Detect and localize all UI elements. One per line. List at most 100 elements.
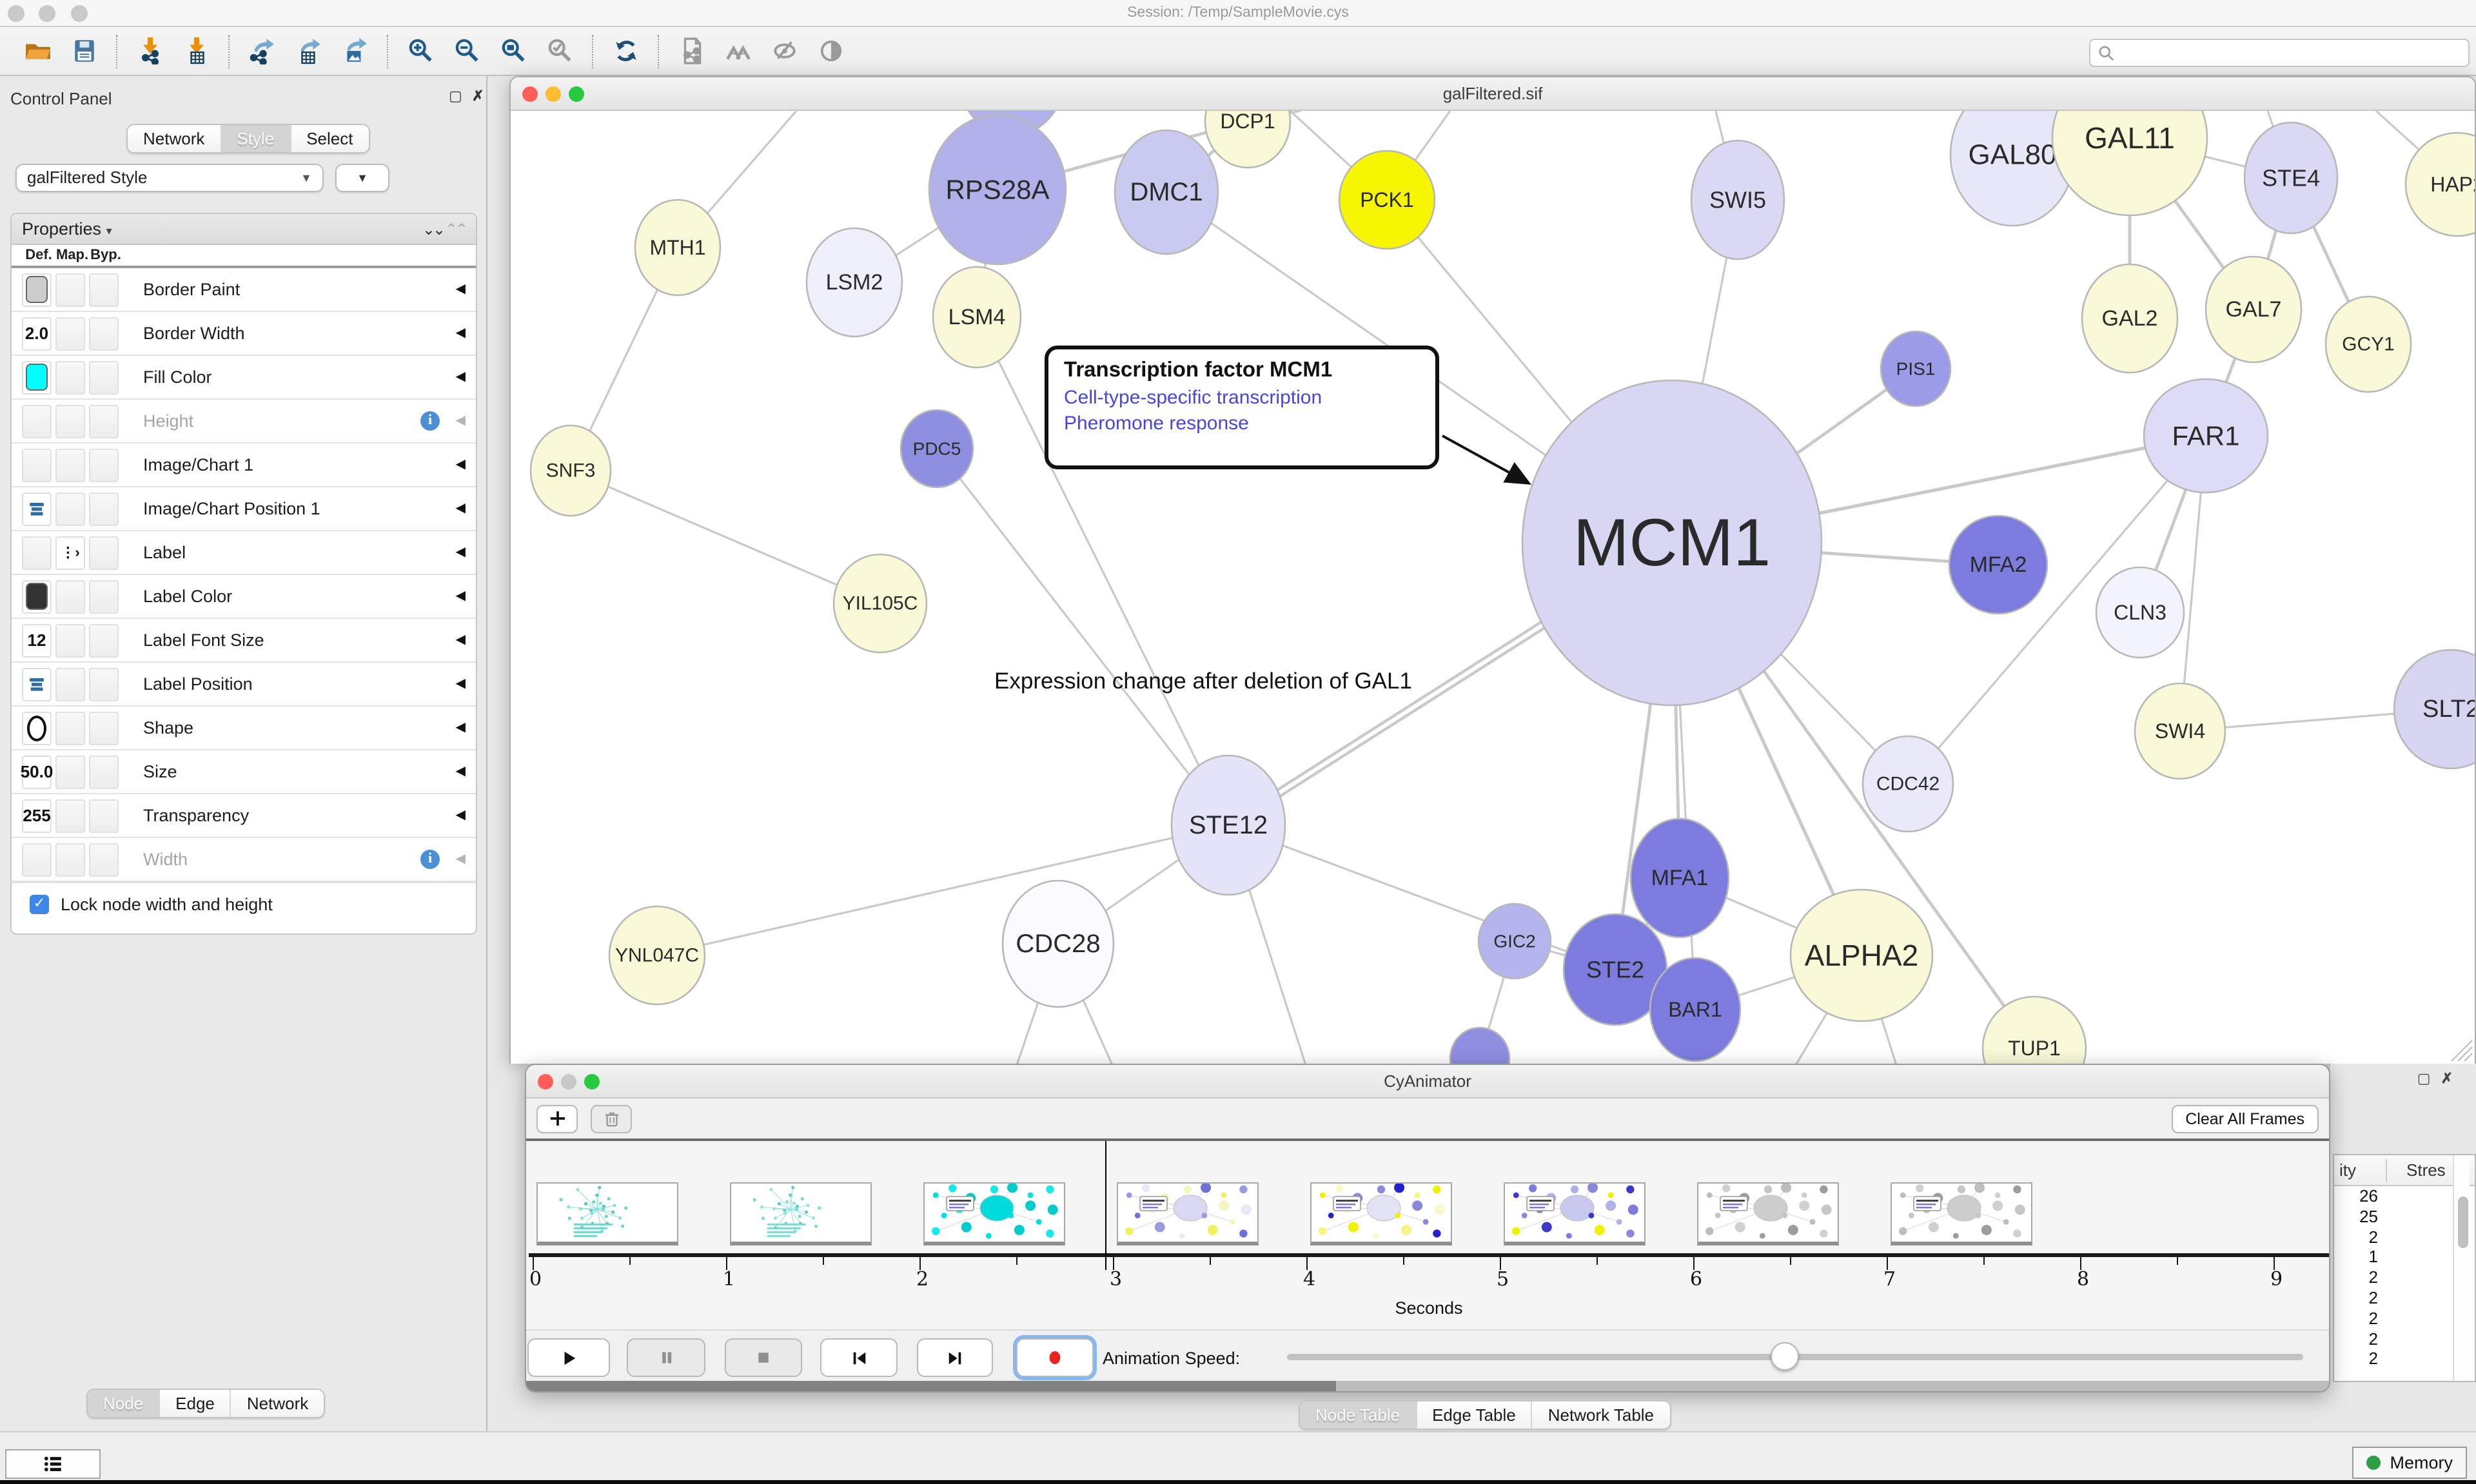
network-node-ste12[interactable]: STE12 bbox=[1172, 756, 1285, 895]
mcm1-annotation[interactable]: Transcription factor MCM1 Cell-type-spec… bbox=[1045, 346, 1439, 469]
animator-frame-2[interactable] bbox=[923, 1182, 1065, 1245]
network-node-ynl047c[interactable]: YNL047C bbox=[609, 906, 705, 1004]
toolbar-show-all-icon[interactable] bbox=[816, 37, 845, 65]
network-node-far1[interactable]: FAR1 bbox=[2144, 379, 2268, 493]
network-node-mfa2[interactable]: MFA2 bbox=[1949, 516, 2047, 614]
toolbar-import-network-icon[interactable] bbox=[135, 37, 164, 65]
minimize-icon[interactable] bbox=[545, 86, 561, 102]
annotation-link-2[interactable]: Pheromone response bbox=[1064, 413, 1420, 434]
close-icon[interactable] bbox=[522, 86, 538, 102]
timeline-scrollbar[interactable] bbox=[526, 1381, 2329, 1392]
table-cell[interactable]: 2 bbox=[2334, 1288, 2378, 1309]
toolbar-export-network-icon[interactable] bbox=[248, 37, 276, 65]
network-node-swi4[interactable]: SWI4 bbox=[2135, 683, 2225, 779]
property-row-label-font-size[interactable]: 12Label Font Size◀ bbox=[12, 619, 476, 663]
toolbar-zoom-in-icon[interactable] bbox=[406, 37, 435, 65]
expand-arrow-icon[interactable]: ◀ bbox=[456, 545, 466, 560]
style-selector-dropdown[interactable]: galFiltered Style ▼ bbox=[15, 164, 324, 192]
cyanimator-titlebar[interactable]: CyAnimator bbox=[526, 1065, 2329, 1098]
property-row-width[interactable]: Widthi◀ bbox=[12, 838, 476, 882]
network-node-mfa1[interactable]: MFA1 bbox=[1631, 819, 1729, 937]
tab-style[interactable]: Style bbox=[221, 125, 291, 152]
network-node-gcy1[interactable]: GCY1 bbox=[2326, 297, 2411, 392]
property-row-size[interactable]: 50.0Size◀ bbox=[12, 750, 476, 794]
network-node-cdc28[interactable]: CDC28 bbox=[1003, 881, 1114, 1007]
property-row-shape[interactable]: Shape◀ bbox=[12, 707, 476, 750]
property-row-border-width[interactable]: 2.0Border Width◀ bbox=[12, 312, 476, 356]
network-node-mth1[interactable]: MTH1 bbox=[635, 200, 720, 295]
skip-to-end-button[interactable] bbox=[917, 1338, 993, 1377]
expand-arrow-icon[interactable]: ◀ bbox=[456, 458, 466, 472]
network-node-mcm1[interactable]: MCM1 bbox=[1522, 380, 1822, 705]
table-tab-edge-table[interactable]: Edge Table bbox=[1417, 1401, 1533, 1429]
window-traffic-lights[interactable] bbox=[8, 5, 88, 28]
network-node-yil105c[interactable]: YIL105C bbox=[834, 554, 927, 652]
network-node-rps28a[interactable]: RPS28A bbox=[929, 115, 1066, 264]
network-node-alpha2[interactable]: ALPHA2 bbox=[1791, 890, 1932, 1021]
network-node-slt[interactable]: SLT2 bbox=[2394, 650, 2475, 768]
network-node-bar1[interactable]: BAR1 bbox=[1650, 958, 1740, 1061]
table-cell[interactable]: 25 bbox=[2334, 1207, 2378, 1227]
animator-frame-7[interactable] bbox=[1891, 1182, 2032, 1245]
network-window-titlebar[interactable]: galFiltered.sif bbox=[511, 77, 2475, 111]
network-caption[interactable]: Expression change after deletion of GAL1 bbox=[894, 668, 1513, 695]
network-node-pdc5[interactable]: PDC5 bbox=[901, 410, 973, 487]
clear-all-frames-button[interactable]: Clear All Frames bbox=[2171, 1104, 2319, 1133]
network-node-cln3[interactable]: CLN3 bbox=[2096, 567, 2184, 658]
network-node-gal11[interactable]: GAL11 bbox=[2052, 111, 2207, 215]
toolbar-zoom-selected-icon[interactable] bbox=[545, 37, 574, 65]
play-button[interactable] bbox=[527, 1338, 610, 1377]
expand-arrow-icon[interactable]: ◀ bbox=[456, 808, 466, 823]
network-node-snf3[interactable]: SNF3 bbox=[531, 425, 611, 516]
toolbar-hide-selected-icon[interactable] bbox=[770, 37, 798, 65]
style-options-button[interactable]: ▼ bbox=[335, 164, 389, 192]
network-node-lsm2[interactable]: LSM2 bbox=[807, 228, 902, 337]
expand-arrow-icon[interactable]: ◀ bbox=[456, 370, 466, 384]
expand-arrow-icon[interactable]: ◀ bbox=[456, 326, 466, 340]
toolbar-export-table-icon[interactable] bbox=[294, 37, 322, 65]
resize-grip-icon[interactable] bbox=[2451, 1040, 2472, 1061]
table-cell[interactable]: 1 bbox=[2334, 1247, 2378, 1268]
info-icon[interactable]: i bbox=[420, 411, 440, 431]
animator-frame-0[interactable] bbox=[536, 1182, 678, 1245]
add-frame-button[interactable] bbox=[536, 1104, 578, 1133]
close-panel-icon[interactable]: ✗ bbox=[472, 88, 484, 104]
expand-arrow-icon[interactable]: ◀ bbox=[456, 502, 466, 516]
expand-arrow-icon[interactable]: ◀ bbox=[456, 589, 466, 603]
search-input[interactable] bbox=[2120, 43, 2461, 63]
expand-arrow-icon[interactable]: ◀ bbox=[456, 721, 466, 735]
animator-frame-6[interactable] bbox=[1697, 1182, 1839, 1245]
property-row-label-position[interactable]: Label Position◀ bbox=[12, 663, 476, 707]
lock-checkbox[interactable]: ✓ bbox=[30, 895, 49, 914]
property-row-fill-color[interactable]: Fill Color◀ bbox=[12, 356, 476, 400]
zoom-icon[interactable] bbox=[584, 1074, 600, 1089]
animation-timeline[interactable]: 0123456789 Seconds bbox=[526, 1141, 2329, 1329]
expand-arrow-icon[interactable]: ◀ bbox=[456, 414, 466, 428]
table-tab-network-table[interactable]: Network Table bbox=[1533, 1401, 1669, 1429]
animator-frame-1[interactable] bbox=[730, 1182, 872, 1245]
table-cell[interactable]: 2 bbox=[2334, 1267, 2378, 1288]
tab-network[interactable]: Network bbox=[128, 125, 221, 152]
table-column-header[interactable]: ity bbox=[2339, 1160, 2356, 1180]
table-cell[interactable]: 2 bbox=[2334, 1329, 2378, 1349]
network-node-pis1[interactable]: PIS1 bbox=[1881, 331, 1950, 406]
animator-frame-4[interactable] bbox=[1310, 1182, 1452, 1245]
delete-frame-button[interactable] bbox=[591, 1104, 632, 1133]
property-row-border-paint[interactable]: Border Paint◀ bbox=[12, 268, 476, 312]
annotation-link-1[interactable]: Cell-type-specific transcription bbox=[1064, 387, 1420, 409]
panel-tab-network[interactable]: Network bbox=[231, 1390, 324, 1417]
property-row-transparency[interactable]: 255Transparency◀ bbox=[12, 794, 476, 838]
network-node-dcp1[interactable]: DCP1 bbox=[1205, 111, 1290, 168]
property-row-image-chart-position-1[interactable]: Image/Chart Position 1◀ bbox=[12, 487, 476, 531]
zoom-window-icon[interactable] bbox=[71, 5, 88, 22]
float-panel-icon[interactable]: ▢ bbox=[449, 88, 462, 104]
timeline-playhead[interactable] bbox=[1105, 1141, 1106, 1270]
network-node-ste4[interactable]: STE4 bbox=[2245, 122, 2337, 233]
toolbar-zoom-out-icon[interactable] bbox=[453, 37, 481, 65]
table-cell[interactable]: 26 bbox=[2334, 1186, 2378, 1207]
property-row-image-chart-1[interactable]: Image/Chart 1◀ bbox=[12, 444, 476, 487]
expand-all-icon[interactable]: ⌄⌄ bbox=[422, 220, 443, 238]
expand-arrow-icon[interactable]: ◀ bbox=[456, 633, 466, 647]
network-node-tup1[interactable]: TUP1 bbox=[1983, 997, 2086, 1064]
table-scrollbar[interactable] bbox=[2453, 1155, 2470, 1381]
